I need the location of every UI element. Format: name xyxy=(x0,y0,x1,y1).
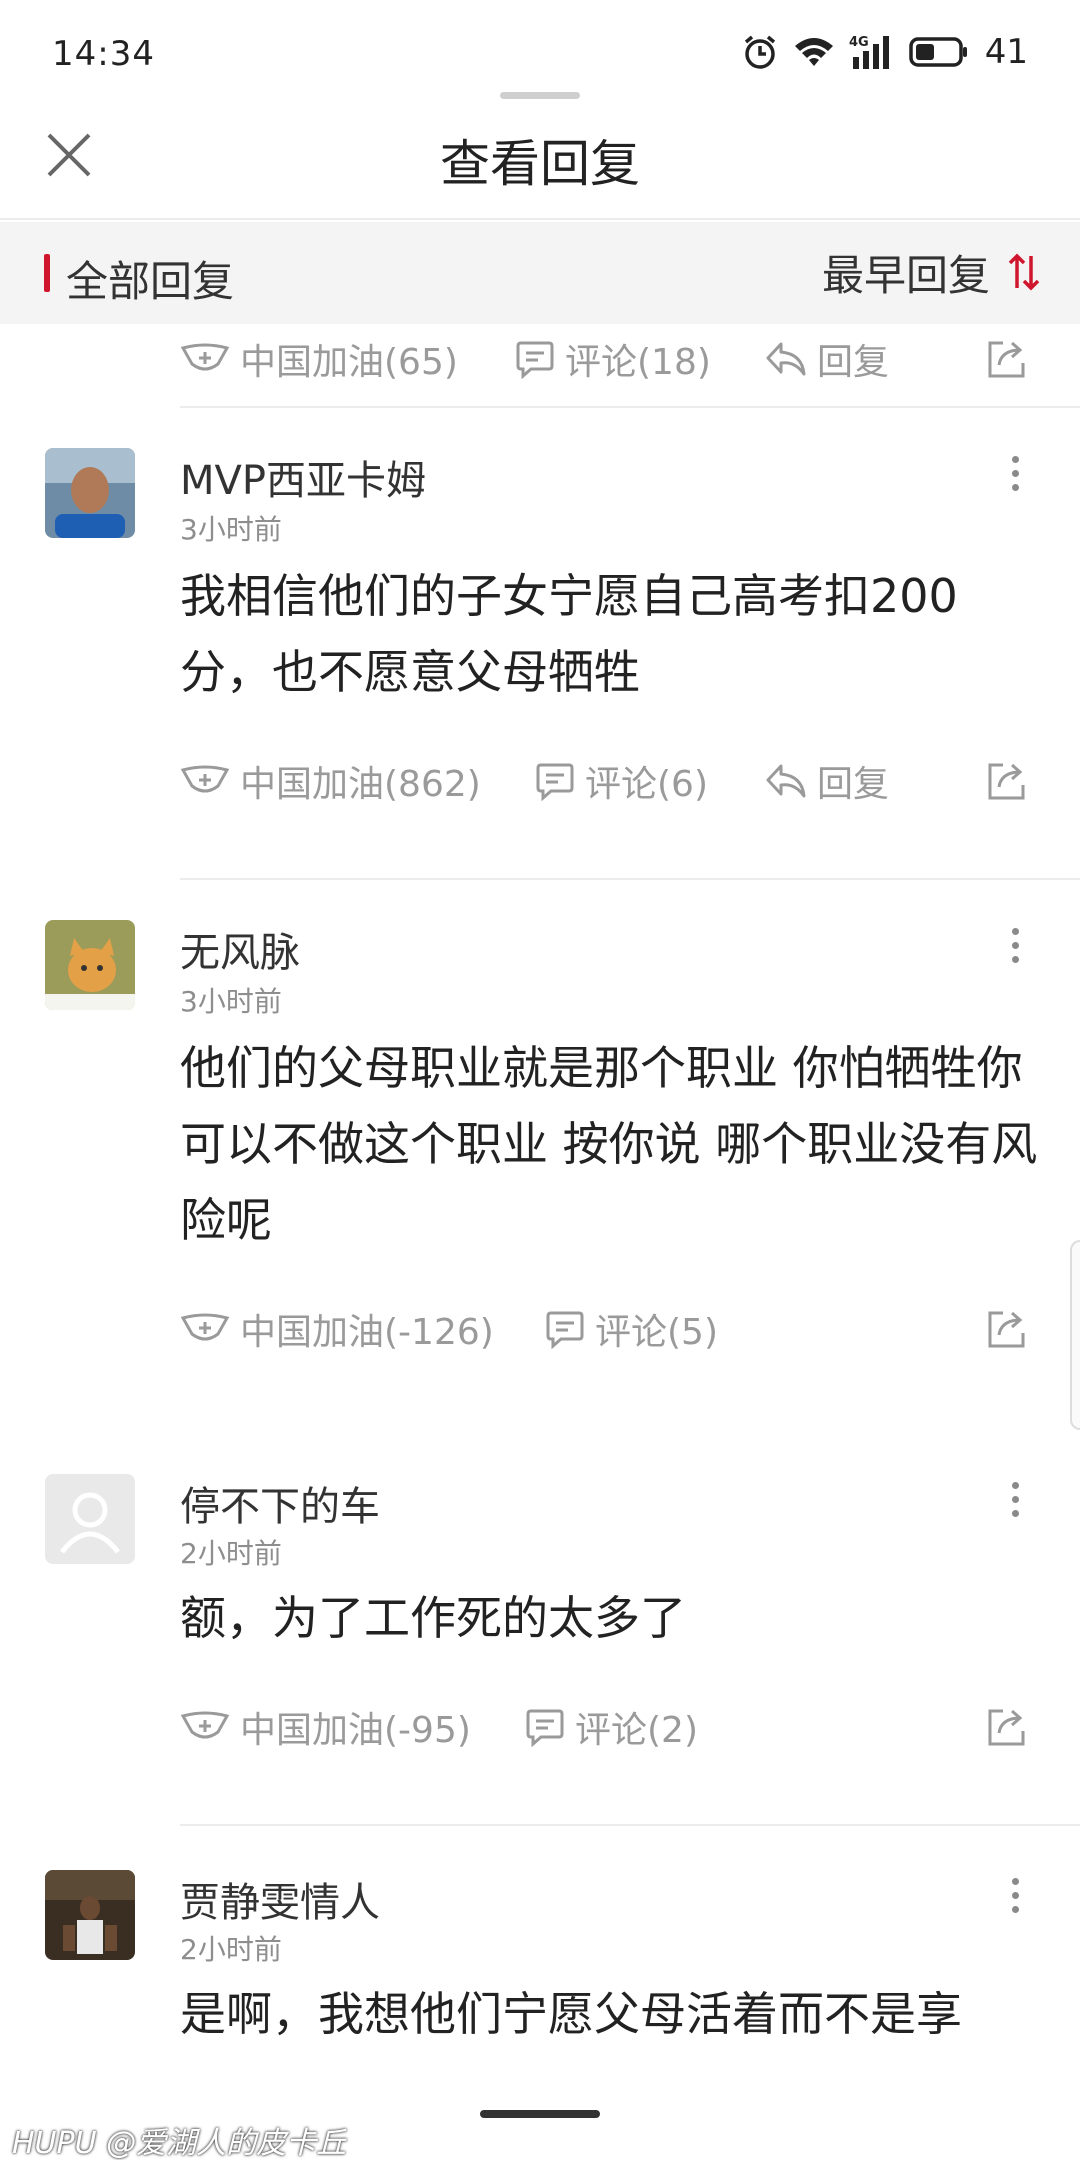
sort-icon xyxy=(1008,253,1040,291)
share-icon xyxy=(988,1709,1025,1746)
reply-icon xyxy=(766,342,806,376)
avatar[interactable] xyxy=(45,1474,135,1564)
svg-text:4G: 4G xyxy=(849,35,869,50)
reply-label: 回复 xyxy=(817,342,890,383)
default-avatar-icon xyxy=(45,1474,135,1564)
action-row: 中国加油(65) 评论(18) 回复 xyxy=(180,324,1080,394)
like-button[interactable]: 中国加油(862) xyxy=(180,746,481,816)
reply-content: 他们的父母职业就是那个职业 你怕牺牲你可以不做这个职业 按你说 哪个职业没有风险… xyxy=(180,1041,1038,1247)
action-row: 中国加油(862) 评论(6) 回复 xyxy=(180,746,1080,816)
share-button[interactable] xyxy=(985,1692,1029,1762)
reply-icon xyxy=(766,764,806,798)
wifi-icon xyxy=(794,38,833,66)
share-icon xyxy=(988,1311,1025,1348)
reply-button[interactable]: 回复 xyxy=(765,324,889,394)
status-icons: 4G 41 xyxy=(741,30,1028,74)
more-options-button[interactable] xyxy=(1000,1870,1030,1920)
comment-icon xyxy=(526,1709,564,1747)
page-title: 查看回复 xyxy=(440,135,640,193)
reply-content: 我相信他们的子女宁愿自己高考扣200分，也不愿意父母牺牲 xyxy=(180,569,958,699)
comment-button[interactable]: 评论(6) xyxy=(535,746,708,816)
share-button[interactable] xyxy=(985,324,1029,394)
share-button[interactable] xyxy=(985,746,1029,816)
reply-content: 额，为了工作死的太多了 xyxy=(180,1591,686,1645)
avatar[interactable] xyxy=(45,920,135,1010)
more-options-button[interactable] xyxy=(1000,1474,1030,1524)
filter-bar: 全部回复 最早回复 xyxy=(0,222,1080,324)
share-button[interactable] xyxy=(985,1294,1029,1364)
avatar[interactable] xyxy=(45,448,135,538)
comment-button[interactable]: 评论(5) xyxy=(545,1294,718,1364)
share-icon xyxy=(988,341,1025,378)
comment-button[interactable]: 评论(18) xyxy=(515,324,711,394)
all-replies-label: 全部回复 xyxy=(66,257,235,306)
like-count: 中国加油(65) xyxy=(240,342,458,383)
post-time: 3小时前 xyxy=(180,985,282,1018)
battery-level: 41 xyxy=(984,32,1028,72)
like-button[interactable]: 中国加油(-95) xyxy=(180,1692,471,1762)
side-pull-tab[interactable] xyxy=(1070,1240,1080,1430)
signal-icon: 4G xyxy=(849,35,889,69)
status-bar: 14:34 4G 41 xyxy=(0,0,1080,90)
username[interactable]: 无风脉 xyxy=(180,920,300,978)
post-time: 3小时前 xyxy=(180,513,282,546)
like-count: 中国加油(-95) xyxy=(240,1710,471,1751)
like-button[interactable]: 中国加油(65) xyxy=(180,324,458,394)
comment-icon xyxy=(516,341,554,379)
sort-label: 最早回复 xyxy=(821,250,990,300)
cheer-icon xyxy=(180,765,230,793)
home-indicator[interactable] xyxy=(480,2110,600,2118)
post-time: 2小时前 xyxy=(180,1537,282,1570)
share-icon xyxy=(988,763,1025,800)
reply-content: 是啊，我想他们宁愿父母活着而不是享 xyxy=(180,1987,962,2041)
comment-icon xyxy=(536,763,574,801)
comment-count: 评论(2) xyxy=(575,1710,698,1751)
reply-label: 回复 xyxy=(817,764,890,805)
sort-button[interactable]: 最早回复 xyxy=(822,244,1040,300)
like-count: 中国加油(-126) xyxy=(240,1312,494,1353)
like-button[interactable]: 中国加油(-126) xyxy=(180,1294,494,1364)
reply-button[interactable]: 回复 xyxy=(765,746,889,816)
comment-count: 评论(5) xyxy=(595,1312,718,1353)
header: 查看回复 xyxy=(0,100,1080,220)
filter-accent-bar xyxy=(44,254,50,292)
watermark: HUPU @爱湖人的皮卡丘 xyxy=(12,2126,347,2160)
battery-icon xyxy=(908,37,967,67)
more-options-button[interactable] xyxy=(1000,448,1030,498)
sheet-handle[interactable] xyxy=(500,92,580,99)
cheer-icon xyxy=(180,1711,230,1739)
comment-count: 评论(18) xyxy=(565,342,711,383)
reply-feed[interactable]: 中国加油(65) 评论(18) 回复 MVP西亚卡姆 3小时前 我相信他们的子女… xyxy=(0,324,1080,2160)
cheer-icon xyxy=(180,343,230,371)
reply-item: 停不下的车 2小时前 额，为了工作死的太多了 中国加油(-95) 评论(2) xyxy=(0,1428,1080,1824)
username[interactable]: MVP西亚卡姆 xyxy=(180,448,426,506)
reply-item: 无风脉 3小时前 他们的父母职业就是那个职业 你怕牺牲你可以不做这个职业 按你说… xyxy=(0,880,1080,1428)
username[interactable]: 贾静雯情人 xyxy=(180,1870,380,1928)
reply-item: MVP西亚卡姆 3小时前 我相信他们的子女宁愿自己高考扣200分，也不愿意父母牺… xyxy=(0,408,1080,880)
more-options-button[interactable] xyxy=(1000,920,1030,970)
comment-count: 评论(6) xyxy=(585,764,708,805)
post-time: 2小时前 xyxy=(180,1933,282,1966)
username[interactable]: 停不下的车 xyxy=(180,1474,380,1532)
action-row: 中国加油(-95) 评论(2) xyxy=(180,1692,1080,1762)
avatar[interactable] xyxy=(45,1870,135,1960)
comment-icon xyxy=(546,1311,584,1349)
cheer-icon xyxy=(180,1313,230,1341)
status-time: 14:34 xyxy=(52,34,155,74)
comment-button[interactable]: 评论(2) xyxy=(525,1692,698,1762)
alarm-icon xyxy=(744,35,775,69)
like-count: 中国加油(862) xyxy=(240,764,481,805)
action-row: 中国加油(-126) 评论(5) xyxy=(180,1294,1080,1364)
